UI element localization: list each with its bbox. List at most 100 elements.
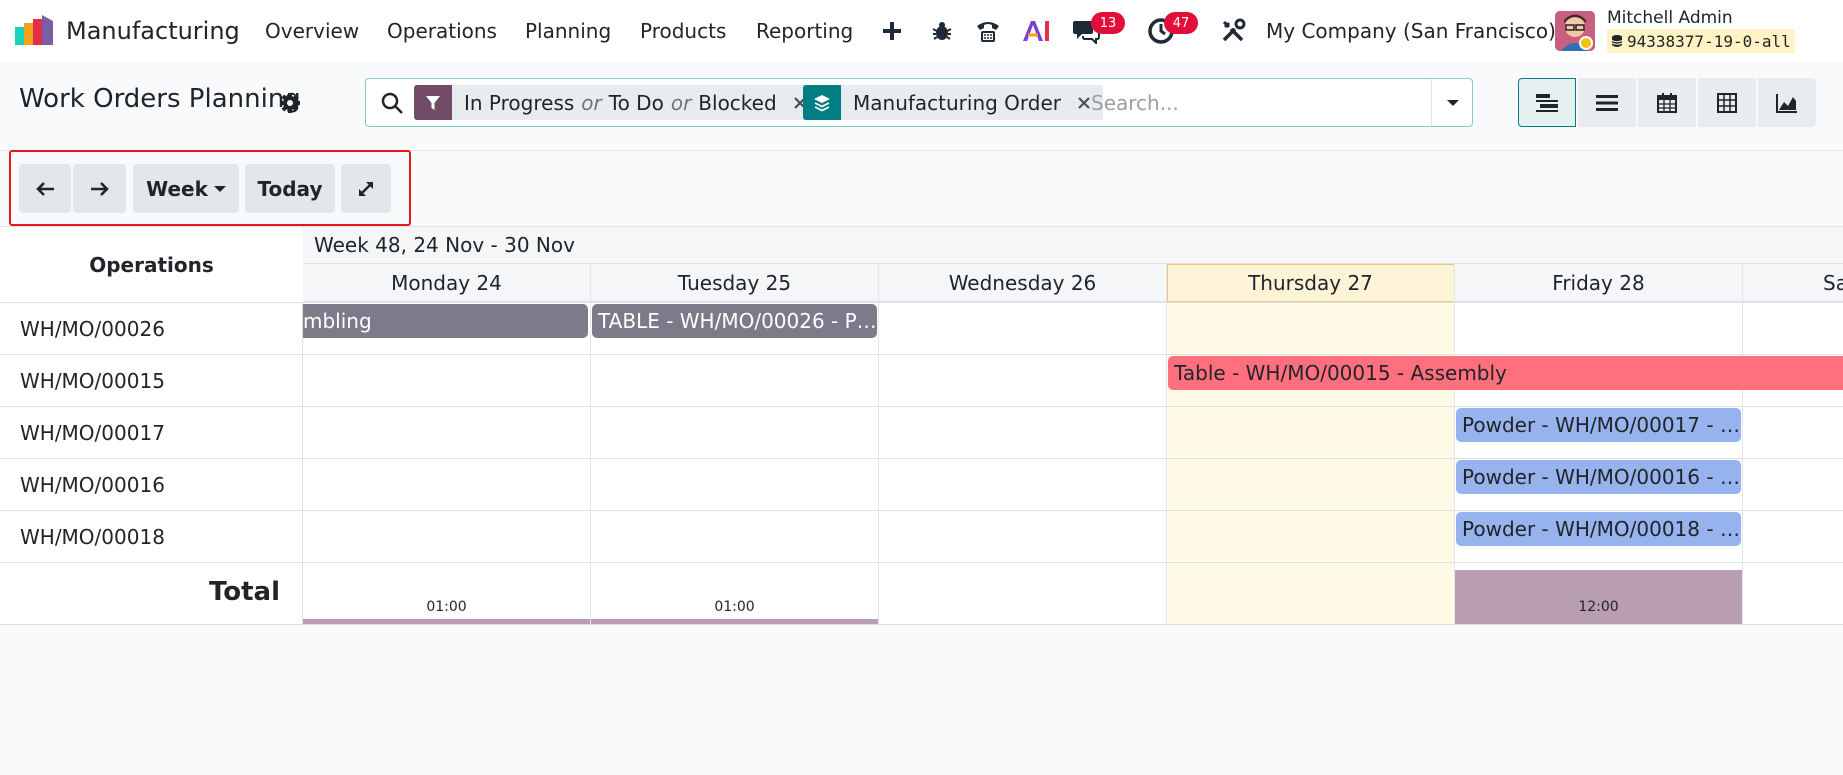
graph-view-button[interactable] <box>1758 78 1816 127</box>
next-period-button[interactable] <box>73 164 126 213</box>
list-view-button[interactable] <box>1578 78 1636 127</box>
database-icon <box>1611 35 1623 47</box>
gantt-chart: Operations Week 48, 24 Nov - 30 Nov Mond… <box>0 227 1843 625</box>
debug-bug-icon[interactable] <box>925 14 959 48</box>
company-switcher[interactable]: My Company (San Francisco) <box>1266 0 1556 62</box>
total-label: Total <box>208 577 280 607</box>
work-order-pill[interactable]: Powder - WH/MO/00016 - … <box>1456 460 1741 494</box>
search-input[interactable] <box>1091 87 1431 119</box>
page-title: Work Orders Planning <box>19 84 301 114</box>
row-label[interactable]: WH/MO/00017 <box>20 407 165 459</box>
gantt-view-button[interactable] <box>1518 78 1576 127</box>
day-header-monday: Monday 24 <box>391 271 502 295</box>
activities-clock-icon[interactable]: 47 <box>1144 12 1198 48</box>
filter-value-to-do: To Do <box>608 90 664 115</box>
search-options-toggle[interactable] <box>1431 79 1473 126</box>
quick-create-plus-icon[interactable] <box>875 14 909 48</box>
groupby-facet-value: Manufacturing Order <box>853 90 1062 115</box>
total-value-monday: 01:00 <box>426 599 467 615</box>
total-bar-monday <box>303 619 590 624</box>
work-order-pill[interactable]: TABLE - WH/MO/00026 - P… <box>592 304 877 338</box>
filter-separator: or <box>581 90 602 115</box>
messages-icon[interactable]: 13 <box>1069 12 1125 48</box>
row-label[interactable]: WH/MO/00016 <box>20 459 165 511</box>
arrow-left-icon <box>36 181 54 196</box>
filter-facet: In Progress or To Do or Blocked <box>414 85 819 120</box>
groupby-facet: Manufacturing Order <box>803 85 1104 120</box>
today-column <box>1167 264 1455 625</box>
menu-planning[interactable]: Planning <box>525 0 611 62</box>
search-bar: In Progress or To Do or Blocked Manufact… <box>365 78 1473 127</box>
work-order-pill[interactable]: Powder - WH/MO/00018 - … <box>1456 512 1741 546</box>
work-order-pill[interactable]: mbling <box>303 304 588 338</box>
column-separator <box>590 264 591 625</box>
layers-icon <box>803 85 841 120</box>
ai-icon[interactable] <box>1019 14 1053 48</box>
caret-down-icon <box>213 185 226 192</box>
day-header-wednesday: Wednesday 26 <box>948 271 1097 295</box>
column-separator <box>1166 264 1167 625</box>
work-order-pill[interactable]: Powder - WH/MO/00017 - … <box>1456 408 1741 442</box>
user-status-dot <box>1579 36 1593 50</box>
database-label: 94338377-19-0-all <box>1627 31 1791 51</box>
graph-view-icon <box>1776 93 1797 113</box>
app-name[interactable]: Manufacturing <box>66 0 240 62</box>
row-label[interactable]: WH/MO/00026 <box>20 303 165 355</box>
total-bar-friday <box>1455 570 1742 624</box>
week-range-label: Week 48, 24 Nov - 30 Nov <box>314 233 575 257</box>
gear-icon[interactable] <box>279 92 301 114</box>
gantt-bottom-border <box>0 624 1843 625</box>
arrow-right-icon <box>90 181 109 196</box>
filter-value-in-progress: In Progress <box>464 90 575 115</box>
day-header-tuesday: Tuesday 25 <box>677 271 792 295</box>
column-separator <box>878 264 879 625</box>
filter-separator: or <box>670 90 692 115</box>
day-header-saturday: Sa <box>1823 271 1843 295</box>
row-separator <box>0 458 1843 459</box>
row-label[interactable]: WH/MO/00018 <box>20 511 165 563</box>
work-order-pill[interactable]: Table - WH/MO/00015 - Assembly <box>1168 356 1843 390</box>
calendar-view-icon <box>1657 92 1677 113</box>
phone-icon[interactable] <box>971 14 1005 48</box>
column-separator <box>1742 264 1743 625</box>
row-separator <box>0 562 1843 563</box>
previous-period-button[interactable] <box>19 164 71 213</box>
tools-icon[interactable] <box>1216 14 1250 48</box>
top-navbar: Manufacturing Overview Operations Planni… <box>0 0 1843 62</box>
row-separator <box>0 302 1843 303</box>
total-bar-tuesday <box>591 619 878 624</box>
caret-down-icon <box>1446 99 1459 106</box>
today-button[interactable]: Today <box>245 164 335 213</box>
filter-value-blocked: Blocked <box>698 90 777 115</box>
pivot-view-icon <box>1717 92 1737 113</box>
menu-operations[interactable]: Operations <box>387 0 497 62</box>
calendar-view-button[interactable] <box>1638 78 1696 127</box>
row-separator <box>0 354 1843 355</box>
pivot-view-button[interactable] <box>1698 78 1756 127</box>
manufacturing-app-icon[interactable] <box>14 15 54 47</box>
menu-products[interactable]: Products <box>640 0 726 62</box>
menu-overview[interactable]: Overview <box>265 0 359 62</box>
filter-facet-values: In Progress or To Do or Blocked <box>452 85 787 120</box>
gantt-view-icon <box>1536 93 1558 112</box>
day-header-thursday: Thursday 27 <box>1248 271 1373 295</box>
row-label[interactable]: WH/MO/00015 <box>20 355 165 407</box>
filter-funnel-icon <box>414 85 452 120</box>
scale-dropdown[interactable]: Week <box>133 164 239 213</box>
row-separator <box>0 406 1843 407</box>
row-separator <box>0 510 1843 511</box>
list-view-icon <box>1596 94 1618 111</box>
total-value-tuesday: 01:00 <box>714 599 755 615</box>
messages-count-badge: 13 <box>1091 12 1125 34</box>
search-icon[interactable] <box>380 91 404 115</box>
view-switcher <box>1518 78 1816 127</box>
scale-label: Week <box>146 176 208 201</box>
activities-count-badge: 47 <box>1164 12 1198 34</box>
rows-header: Operations <box>0 227 303 302</box>
database-name: 94338377-19-0-all <box>1607 29 1795 53</box>
expand-icon <box>359 181 373 196</box>
day-header-friday: Friday 28 <box>1552 271 1645 295</box>
user-name[interactable]: Mitchell Admin <box>1607 8 1733 28</box>
expand-button[interactable] <box>341 164 391 213</box>
menu-reporting[interactable]: Reporting <box>756 0 853 62</box>
